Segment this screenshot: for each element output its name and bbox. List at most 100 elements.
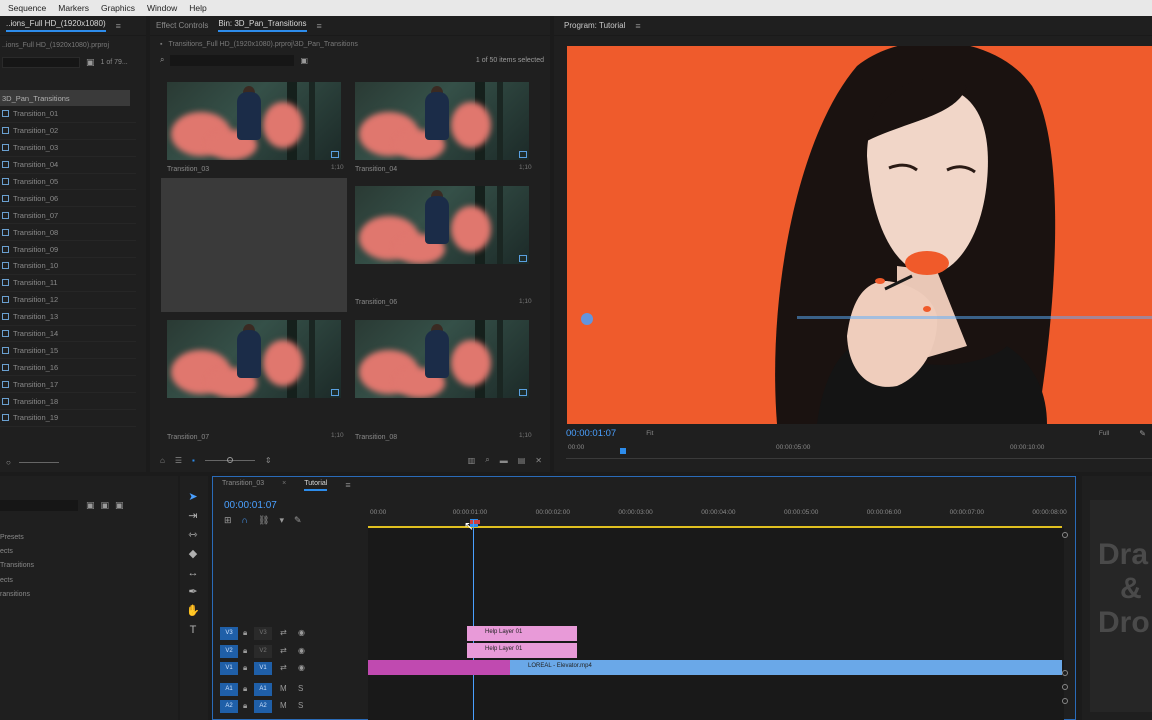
bin-thumbnail[interactable] <box>167 320 341 398</box>
effects-folder[interactable]: ects <box>0 548 34 562</box>
eye-icon[interactable]: ◉ <box>298 628 305 637</box>
track-target[interactable]: V3 <box>254 627 272 640</box>
timeline-timecode[interactable]: 00:00:01:07 <box>224 500 277 511</box>
track-target[interactable]: V1 <box>254 662 272 675</box>
project-list-item[interactable]: Transition_16 <box>0 359 136 377</box>
settings-wrench-icon[interactable]: ✎ <box>294 515 302 526</box>
track-lock-icon[interactable]: 🔒︎ <box>243 628 247 638</box>
icon-view-icon[interactable]: ▪ <box>192 456 195 465</box>
new-bin-button-icon[interactable]: ▬ <box>500 456 508 465</box>
trash-icon[interactable]: ✕ <box>535 456 542 465</box>
timeline-vertical-scrollbar[interactable] <box>1062 532 1070 718</box>
bin-thumbnail[interactable] <box>355 320 529 398</box>
project-list-item[interactable]: Transition_11 <box>0 275 136 292</box>
automate-icon[interactable]: ▥ <box>468 456 476 465</box>
project-list-item[interactable]: Transition_18 <box>0 393 136 411</box>
bin-menu-icon[interactable]: ≡ <box>317 21 322 31</box>
tab-effect-controls[interactable]: Effect Controls <box>156 21 208 30</box>
project-list-item[interactable]: Transition_02 <box>0 123 136 140</box>
slip-tool-icon[interactable]: ↔ <box>186 566 200 580</box>
eg-preview[interactable]: Dra & Dro <box>1090 500 1152 712</box>
project-list-item[interactable]: Transition_19 <box>0 410 136 427</box>
pen-tool-icon[interactable]: ✒ <box>186 585 200 599</box>
project-list-item[interactable]: Transition_08 <box>0 224 136 242</box>
project-list-item[interactable]: Transition_01 <box>0 106 136 123</box>
wrench-icon[interactable]: ✎ <box>1139 429 1146 438</box>
bin-search-input[interactable] <box>170 54 295 66</box>
track-source-patch[interactable]: A2 <box>220 700 238 713</box>
bin-thumbnail[interactable] <box>167 82 341 160</box>
zoom-slider[interactable] <box>18 461 59 463</box>
project-tab[interactable]: ..ions_Full HD_(1920x1080) <box>6 19 106 32</box>
effects-folder[interactable]: Transitions <box>0 562 34 576</box>
eye-icon[interactable]: ◉ <box>298 646 305 655</box>
clip-transition-v1[interactable] <box>368 660 510 675</box>
linked-selection-icon[interactable]: ⛓ <box>258 515 269 526</box>
project-list-item[interactable]: Transition_14 <box>0 326 136 343</box>
lock-icon[interactable]: ⌂ <box>160 456 165 465</box>
menu-sequence[interactable]: Sequence <box>8 3 46 13</box>
program-scrollbar[interactable] <box>566 458 1152 459</box>
effects-folder[interactable]: ects <box>0 577 34 591</box>
clip-help-layer-v2[interactable]: Help Layer 01 <box>467 643 577 658</box>
resolution-dropdown[interactable]: Full <box>1099 430 1109 437</box>
project-list-item[interactable]: Transition_04 <box>0 157 136 174</box>
track-target[interactable]: A2 <box>254 700 272 713</box>
nest-icon[interactable]: ⊞ <box>224 515 232 526</box>
track-source-patch[interactable]: V3 <box>220 627 238 640</box>
timeline-playhead-line[interactable] <box>473 520 474 720</box>
mute-icon[interactable]: M <box>280 701 287 710</box>
project-list-item[interactable]: Transition_05 <box>0 174 136 191</box>
solo-icon[interactable]: S <box>298 701 303 710</box>
list-view-icon[interactable]: ☰ <box>175 456 182 465</box>
tab-tutorial[interactable]: Tutorial <box>304 480 328 491</box>
effects-folder[interactable]: ransitions <box>0 591 34 605</box>
sort-icon[interactable]: ⇕ <box>265 456 272 465</box>
folder-icon[interactable]: ▣ <box>86 57 95 68</box>
track-lock-icon[interactable]: 🔒︎ <box>243 684 247 694</box>
project-search-input[interactable] <box>2 56 80 68</box>
ripple-edit-tool-icon[interactable]: ⇿ <box>186 528 200 542</box>
track-source-patch[interactable]: V1 <box>220 662 238 675</box>
hand-tool-icon[interactable]: ✋ <box>186 604 200 618</box>
mute-icon[interactable]: M <box>280 684 287 693</box>
timeline-menu-icon[interactable]: ≡ <box>345 480 350 491</box>
eye-icon[interactable]: ◉ <box>298 663 305 672</box>
program-ruler[interactable]: 00:00 00:00:05:00 00:00:10:00 <box>568 442 1152 456</box>
track-target[interactable]: V2 <box>254 645 272 658</box>
sync-lock-icon[interactable]: ⇄ <box>280 663 287 672</box>
solo-icon[interactable]: S <box>298 684 303 693</box>
selection-tool-icon[interactable]: ➤ <box>186 490 200 504</box>
program-playhead[interactable] <box>620 448 626 454</box>
sync-lock-icon[interactable]: ⇄ <box>280 628 287 637</box>
program-timecode[interactable]: 00:00:01:07 <box>566 428 616 439</box>
tab-bin[interactable]: Bin: 3D_Pan_Transitions <box>218 19 307 32</box>
project-list-item[interactable]: Transition_15 <box>0 342 136 360</box>
project-list-item[interactable]: Transition_09 <box>0 241 136 259</box>
clip-loreal-elevator[interactable]: LOREAL - Elevator.mp4 <box>510 660 1062 675</box>
track-lock-icon[interactable]: 🔒︎ <box>243 646 247 656</box>
project-list-item[interactable]: Transition_10 <box>0 258 136 275</box>
menu-help[interactable]: Help <box>189 3 206 13</box>
type-tool-icon[interactable]: T <box>186 623 200 637</box>
fit-dropdown[interactable]: Fit <box>646 430 653 437</box>
bin-folder-row[interactable]: 3D_Pan_Transitions <box>0 90 130 106</box>
snap-icon[interactable]: ∩ <box>242 515 248 526</box>
project-list-item[interactable]: Transition_06 <box>0 190 136 208</box>
program-menu-icon[interactable]: ≡ <box>635 21 640 31</box>
32bit-icon[interactable]: ▣ <box>101 500 110 511</box>
track-target[interactable]: A1 <box>254 683 272 696</box>
panel-menu-icon[interactable]: ≡ <box>116 21 121 31</box>
track-lock-icon[interactable]: 🔒︎ <box>243 663 247 673</box>
menu-window[interactable]: Window <box>147 3 177 13</box>
yuv-icon[interactable]: ▣ <box>115 500 124 511</box>
tab-transition-03[interactable]: Transition_03 <box>222 480 264 491</box>
accelerated-icon[interactable]: ▣ <box>86 500 95 511</box>
project-list-item[interactable]: Transition_12 <box>0 292 136 309</box>
sync-lock-icon[interactable]: ⇄ <box>280 646 287 655</box>
clip-help-layer-v3[interactable]: Help Layer 01 <box>467 626 577 641</box>
add-marker-icon[interactable]: ▾ <box>279 515 284 526</box>
razor-tool-icon[interactable]: ◆ <box>186 547 200 561</box>
bin-thumbnail[interactable] <box>355 82 529 160</box>
thumb-zoom-slider[interactable] <box>204 456 255 463</box>
